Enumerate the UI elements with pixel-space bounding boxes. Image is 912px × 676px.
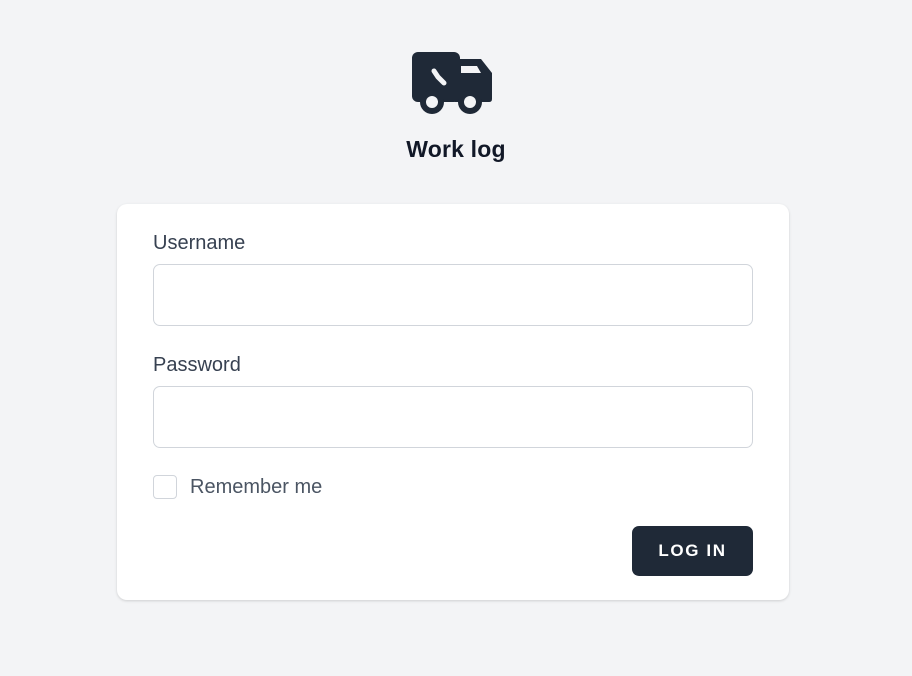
app-title: Work log — [406, 136, 506, 162]
username-input[interactable] — [153, 264, 753, 326]
password-input[interactable] — [153, 386, 753, 448]
remember-me-row: Remember me — [153, 475, 322, 499]
password-label: Password — [153, 354, 241, 376]
login-button[interactable]: LOG IN — [632, 526, 753, 576]
login-card: Username Password Remember me LOG IN — [117, 204, 789, 600]
username-label: Username — [153, 232, 246, 254]
remember-me-label[interactable]: Remember me — [190, 476, 322, 499]
truck-clock-icon — [412, 52, 492, 114]
remember-me-checkbox[interactable] — [153, 475, 177, 499]
